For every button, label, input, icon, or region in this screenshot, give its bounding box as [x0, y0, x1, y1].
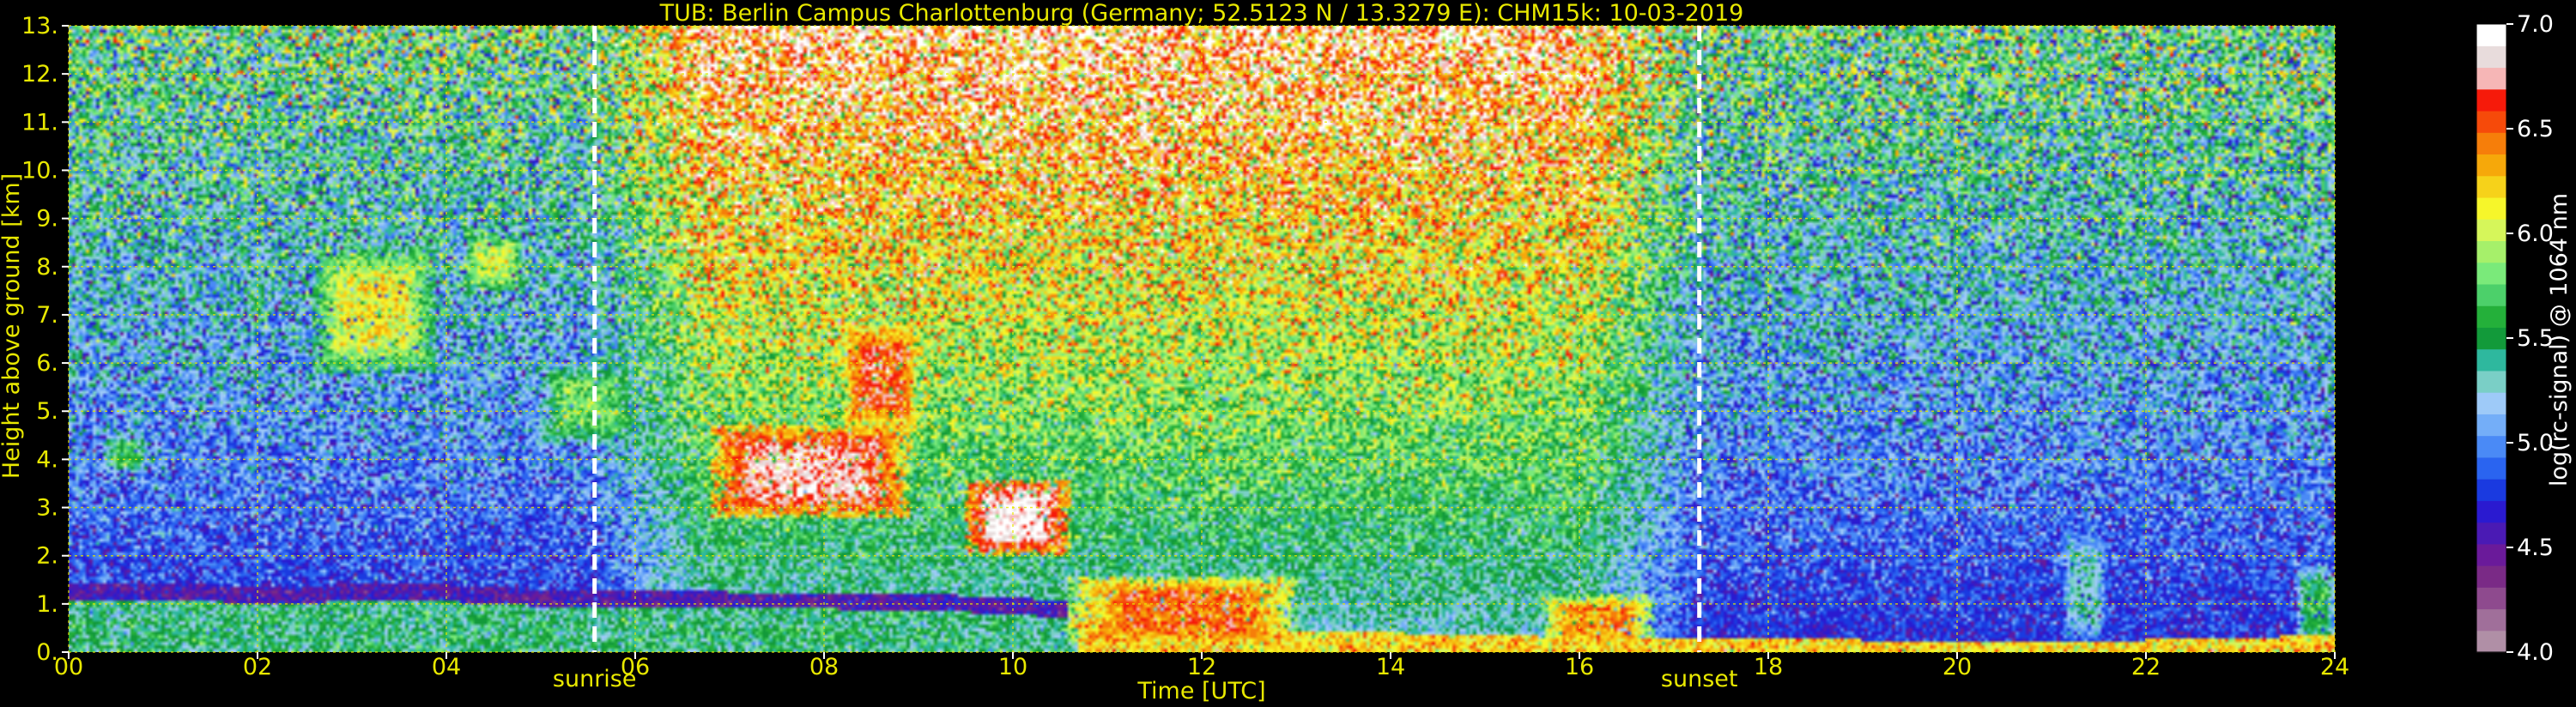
colorbar-segment — [2476, 608, 2506, 631]
y-tick-label: 2. — [36, 543, 58, 570]
colorbar-segment — [2476, 175, 2506, 198]
y-tick-label: 7. — [36, 302, 58, 329]
x-tick-label: 04 — [432, 654, 461, 680]
x-tick-label: 02 — [243, 654, 272, 680]
y-tick-label: 8. — [36, 254, 58, 281]
colorbar-segment — [2476, 543, 2506, 566]
colorbar-segment — [2476, 348, 2506, 372]
y-axis-label: Height above ground [km] — [0, 173, 25, 479]
colorbar-segment — [2476, 219, 2506, 242]
colorbar-segment — [2476, 392, 2506, 414]
colorbar-segment — [2476, 587, 2506, 610]
colorbar-segment — [2476, 327, 2506, 350]
colorbar-segment — [2476, 565, 2506, 588]
y-tick-label: 9. — [36, 206, 58, 233]
colorbar-tick-label: 4.0 — [2517, 639, 2554, 666]
colorbar-segment — [2476, 110, 2506, 133]
y-tick-label: 3. — [36, 495, 58, 522]
x-axis-label: Time [UTC] — [1136, 678, 1265, 704]
colorbar-segment — [2476, 479, 2506, 501]
colorbar-tick-label: 7.0 — [2517, 11, 2554, 38]
x-tick-label: 18 — [1754, 654, 1783, 680]
y-tick-label: 10. — [21, 157, 58, 184]
y-tick-label: 13. — [21, 13, 58, 39]
x-tick-label: 14 — [1376, 654, 1405, 680]
x-tick-label: 22 — [2131, 654, 2161, 680]
colorbar-segment — [2476, 132, 2506, 155]
colorbar-segment — [2476, 67, 2506, 90]
colorbar-segment — [2476, 435, 2506, 458]
chart-title: TUB: Berlin Campus Charlottenburg (Germa… — [659, 0, 1744, 27]
x-tick-label: 16 — [1565, 654, 1594, 680]
colorbar-segment — [2476, 370, 2506, 393]
colorbar-segment — [2476, 45, 2506, 69]
colorbar-tick-label: 6.5 — [2517, 116, 2554, 142]
y-tick-label: 0. — [36, 639, 58, 666]
y-tick-label: 5. — [36, 398, 58, 425]
x-tick-label: 20 — [1943, 654, 1972, 680]
x-tick-label: 24 — [2320, 654, 2349, 680]
colorbar-segment — [2476, 262, 2506, 285]
y-tick-label: 4. — [36, 446, 58, 473]
y-tick-label: 11. — [21, 109, 58, 136]
sunset-label: sunset — [1661, 666, 1738, 692]
colorbar-segment — [2476, 24, 2506, 46]
colorbar-segment — [2476, 305, 2506, 328]
y-tick-label: 6. — [36, 350, 58, 377]
colorbar-label: log(rc-signal) @ 1064 nm — [2546, 193, 2573, 486]
colorbar-tick-label: 4.5 — [2517, 535, 2554, 561]
colorbar-segment — [2476, 154, 2506, 177]
colorbar-segment — [2476, 88, 2506, 112]
colorbar-segment — [2476, 456, 2506, 480]
colorbar-segment — [2476, 196, 2506, 220]
x-tick-label: 12 — [1187, 654, 1216, 680]
colorbar-segment — [2476, 414, 2506, 437]
lidar-ceilometer-figure: sunrise sunset 00 02 04 06 08 10 12 14 16 18 20 22 24… — [0, 0, 2576, 707]
y-tick-label: 12. — [21, 61, 58, 88]
colorbar-segment — [2476, 283, 2506, 306]
colorbar-segment — [2476, 500, 2506, 523]
colorbar-segment — [2476, 522, 2506, 545]
x-tick-label: 06 — [621, 654, 650, 680]
x-tick-label: 10 — [998, 654, 1027, 680]
colorbar-segment — [2476, 630, 2506, 653]
y-tick-label: 1. — [36, 591, 58, 618]
x-tick-label: 08 — [809, 654, 839, 680]
colorbar-segment — [2476, 240, 2506, 263]
